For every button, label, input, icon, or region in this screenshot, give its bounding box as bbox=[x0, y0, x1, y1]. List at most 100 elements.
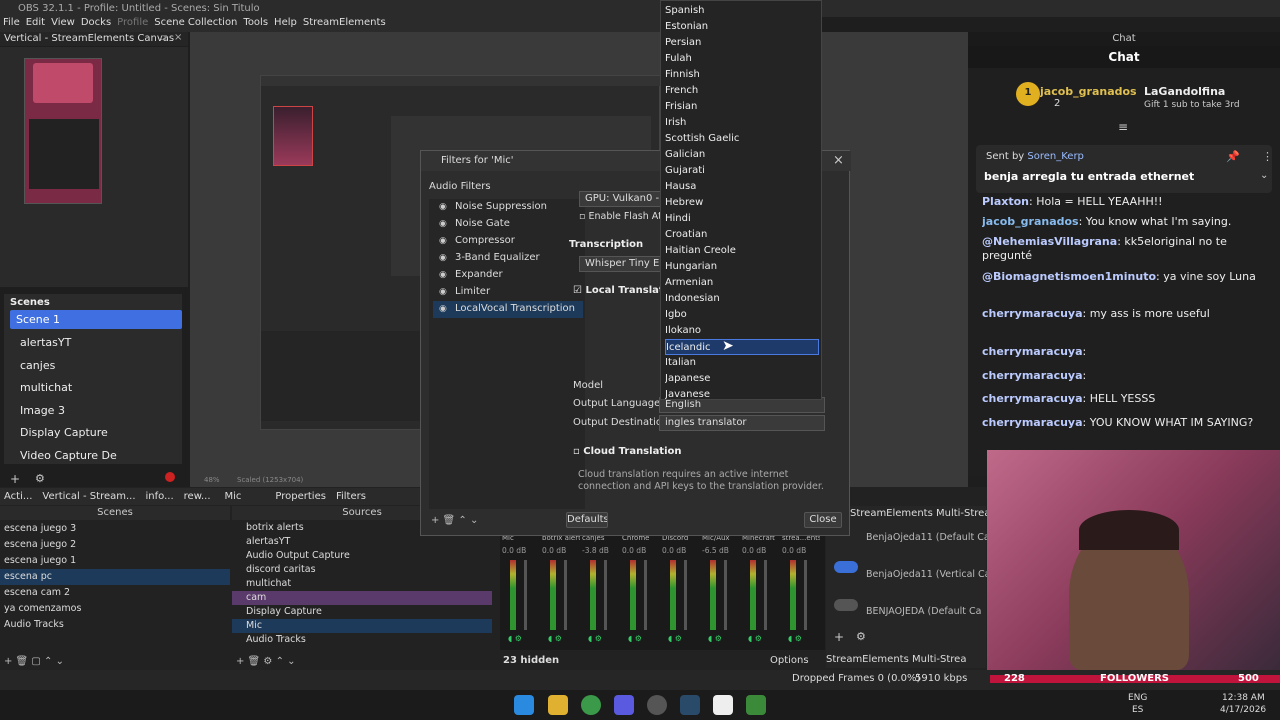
scene-item-selected[interactable]: escena pc bbox=[0, 569, 230, 585]
language-option[interactable]: Scottish Gaelic bbox=[665, 131, 819, 147]
scene-1-item[interactable]: Scene 1 bbox=[10, 310, 182, 329]
tab-vertical-streamelements[interactable]: Vertical - Stream... bbox=[38, 488, 141, 502]
source-item[interactable]: Display Capture bbox=[232, 605, 492, 619]
language-option[interactable]: Javanese bbox=[665, 387, 819, 403]
source-controls[interactable]: + 🗑 ⚙ ⌃ ⌄ bbox=[236, 656, 296, 667]
obs-icon[interactable] bbox=[647, 695, 667, 715]
menu-scene-collection[interactable]: Scene Collection bbox=[151, 17, 240, 28]
dock-close-icon[interactable]: × bbox=[174, 32, 182, 43]
language-option[interactable]: Hebrew bbox=[665, 195, 819, 211]
language-option[interactable]: Finnish bbox=[665, 67, 819, 83]
filter-item[interactable]: ◉ Compressor bbox=[433, 233, 583, 250]
language-indicator[interactable]: ENG bbox=[1128, 693, 1147, 703]
windows-start-icon[interactable] bbox=[514, 695, 534, 715]
more-options-icon[interactable]: ⋮ bbox=[1262, 150, 1273, 163]
source-item[interactable]: Audio Tracks bbox=[232, 633, 492, 647]
volume-slider[interactable] bbox=[764, 560, 767, 630]
gear-icon[interactable]: ⚙ bbox=[856, 630, 866, 643]
source-item-selected[interactable]: Mic bbox=[232, 619, 492, 633]
vertical-source-row[interactable]: multichat bbox=[10, 377, 182, 399]
flash-attention-checkbox[interactable]: ▫ Enable Flash Atte bbox=[579, 211, 671, 222]
volume-slider[interactable] bbox=[524, 560, 527, 630]
dock-float-icon[interactable]: ▫ bbox=[160, 33, 166, 43]
filter-item[interactable]: ◉ Limiter bbox=[433, 284, 583, 301]
mixer-options-button[interactable]: Options bbox=[770, 655, 809, 666]
source-item[interactable]: multichat bbox=[232, 577, 492, 591]
scene-item[interactable]: ya comenzamos bbox=[0, 601, 230, 617]
menu-edit[interactable]: Edit bbox=[23, 17, 48, 28]
add-destination-icon[interactable]: + bbox=[834, 630, 844, 644]
chat-filter-icon[interactable]: ≡ bbox=[1118, 120, 1128, 134]
filter-item[interactable]: ◉ Expander bbox=[433, 267, 583, 284]
filter-controls[interactable]: + 🗑 ⌃ ⌄ bbox=[431, 515, 478, 526]
mute-icon[interactable]: ◖ ⚙ bbox=[628, 634, 642, 643]
volume-slider[interactable] bbox=[564, 560, 567, 630]
eye-icon[interactable]: ◉ bbox=[439, 253, 449, 263]
source-item[interactable]: Audio Output Capture bbox=[232, 549, 492, 563]
scene-item[interactable]: escena juego 3 bbox=[0, 521, 230, 537]
tab-filters[interactable]: Filters bbox=[332, 488, 372, 502]
language-option[interactable]: Igbo bbox=[665, 307, 819, 323]
language-option[interactable]: Gujarati bbox=[665, 163, 819, 179]
filter-item[interactable]: ◉ Noise Suppression bbox=[433, 199, 583, 216]
language-option[interactable]: Haitian Creole bbox=[665, 243, 819, 259]
language-option[interactable]: Armenian bbox=[665, 275, 819, 291]
language-option[interactable]: Estonian bbox=[665, 19, 819, 35]
mute-icon[interactable]: ◖ ⚙ bbox=[708, 634, 722, 643]
filter-item-selected[interactable]: ◉ LocalVocal Transcription bbox=[433, 301, 583, 318]
add-source-icon[interactable]: + bbox=[10, 472, 20, 486]
tab-mic[interactable]: Mic bbox=[217, 488, 272, 502]
menu-streamelements[interactable]: StreamElements bbox=[300, 17, 389, 28]
file-explorer-icon[interactable] bbox=[548, 695, 568, 715]
eye-icon[interactable]: ◉ bbox=[439, 202, 449, 212]
vertical-source-row[interactable]: Video Capture De bbox=[10, 445, 182, 467]
gpu-select[interactable]: GPU: Vulkan0 - NV bbox=[579, 191, 661, 207]
language-option[interactable]: Persian bbox=[665, 35, 819, 51]
language-option[interactable]: Spanish bbox=[665, 3, 819, 19]
scene-item[interactable]: escena juego 1 bbox=[0, 553, 230, 569]
model-select[interactable]: Whisper Tiny Engl bbox=[579, 256, 661, 272]
cloud-translation-checkbox[interactable]: ▫ Cloud Translation bbox=[573, 446, 682, 457]
vertical-source-row[interactable]: Image 3 bbox=[10, 400, 182, 422]
minecraft-icon[interactable] bbox=[746, 695, 766, 715]
language-option[interactable]: Hungarian bbox=[665, 259, 819, 275]
vertical-source-row[interactable]: alertasYT bbox=[10, 332, 182, 354]
clock-time[interactable]: 12:38 AM bbox=[1222, 693, 1265, 703]
language-option[interactable]: French bbox=[665, 83, 819, 99]
clock-date[interactable]: 4/17/2026 bbox=[1220, 705, 1266, 715]
menu-tools[interactable]: Tools bbox=[240, 17, 271, 28]
gear-icon[interactable]: ⚙ bbox=[35, 472, 45, 485]
multistream-tab[interactable]: StreamElements Multi-Streaming bbox=[826, 654, 966, 665]
source-item-highlighted[interactable]: cam bbox=[232, 591, 492, 605]
tab-info[interactable]: info... bbox=[142, 488, 180, 502]
defaults-button[interactable]: Defaults bbox=[566, 512, 608, 528]
menu-help[interactable]: Help bbox=[271, 17, 300, 28]
mute-icon[interactable]: ◖ ⚙ bbox=[788, 634, 802, 643]
mute-icon[interactable]: ◖ ⚙ bbox=[588, 634, 602, 643]
language-option[interactable]: Ilokano bbox=[665, 323, 819, 339]
eye-icon[interactable]: ◉ bbox=[439, 236, 449, 246]
scene-item[interactable]: escena cam 2 bbox=[0, 585, 230, 601]
eye-icon[interactable]: ◉ bbox=[439, 219, 449, 229]
language-option[interactable]: Frisian bbox=[665, 99, 819, 115]
pin-icon[interactable]: 📌 bbox=[1226, 150, 1240, 163]
vertical-source-row[interactable]: Display Capture bbox=[10, 422, 182, 444]
chrome-icon[interactable] bbox=[581, 695, 601, 715]
toggle-off[interactable] bbox=[834, 599, 858, 611]
language-option[interactable]: Hindi bbox=[665, 211, 819, 227]
menu-docks[interactable]: Docks bbox=[78, 17, 114, 28]
volume-slider[interactable] bbox=[604, 560, 607, 630]
language-option[interactable]: Indonesian bbox=[665, 291, 819, 307]
filter-item[interactable]: ◉ Noise Gate bbox=[433, 216, 583, 233]
language-option[interactable]: Galician bbox=[665, 147, 819, 163]
language-option[interactable]: Fulah bbox=[665, 51, 819, 67]
volume-slider[interactable] bbox=[684, 560, 687, 630]
volume-slider[interactable] bbox=[724, 560, 727, 630]
language-option[interactable]: Japanese bbox=[665, 371, 819, 387]
record-icon[interactable] bbox=[165, 472, 175, 482]
eye-icon[interactable]: ◉ bbox=[439, 287, 449, 297]
discord-icon[interactable] bbox=[614, 695, 634, 715]
volume-slider[interactable] bbox=[644, 560, 647, 630]
mute-icon[interactable]: ◖ ⚙ bbox=[508, 634, 522, 643]
source-item[interactable]: alertasYT bbox=[232, 535, 492, 549]
